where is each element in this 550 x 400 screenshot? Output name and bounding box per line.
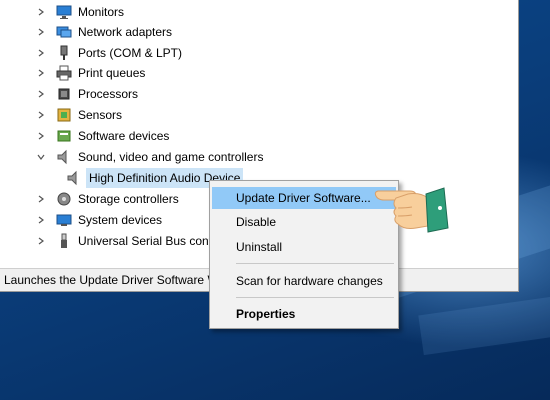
tree-item-sensors[interactable]: Sensors bbox=[34, 105, 122, 125]
tree-item-label: Processors bbox=[78, 87, 139, 101]
chevron-right-icon[interactable] bbox=[34, 84, 48, 104]
monitor-icon bbox=[56, 4, 72, 20]
menu-item-disable[interactable]: Disable bbox=[212, 211, 396, 233]
chevron-down-icon[interactable] bbox=[34, 147, 48, 167]
tree-item-label: Sensors bbox=[78, 108, 123, 122]
tree-item-sound-video-game-controllers[interactable]: Sound, video and game controllers bbox=[34, 147, 263, 167]
tree-item-processors[interactable]: Processors bbox=[34, 84, 138, 104]
chevron-right-icon[interactable] bbox=[34, 63, 48, 83]
tree-item-label: Print queues bbox=[78, 66, 146, 80]
processor-icon bbox=[56, 86, 72, 102]
speaker-icon bbox=[66, 170, 82, 186]
tree-item-label: Monitors bbox=[78, 5, 125, 19]
chevron-right-icon[interactable] bbox=[34, 22, 48, 42]
storage-controller-icon bbox=[56, 191, 72, 207]
tree-item-label: Storage controllers bbox=[78, 192, 179, 206]
tree-item-print-queues[interactable]: Print queues bbox=[34, 63, 145, 83]
light-beam bbox=[418, 284, 550, 356]
port-icon bbox=[56, 45, 72, 61]
menu-item-uninstall[interactable]: Uninstall bbox=[212, 236, 396, 258]
menu-separator bbox=[236, 297, 394, 298]
chevron-right-icon[interactable] bbox=[34, 231, 48, 251]
printer-icon bbox=[56, 65, 72, 81]
tree-item-label: System devices bbox=[78, 213, 163, 227]
chevron-right-icon[interactable] bbox=[34, 189, 48, 209]
chevron-right-icon[interactable] bbox=[34, 126, 48, 146]
chevron-right-icon[interactable] bbox=[34, 105, 48, 125]
menu-item-update-driver-software[interactable]: Update Driver Software... bbox=[212, 187, 396, 209]
tree-item-software-devices[interactable]: Software devices bbox=[34, 126, 169, 146]
tree-item-label: Network adapters bbox=[78, 25, 173, 39]
tree-item-label: Sound, video and game controllers bbox=[78, 150, 264, 164]
menu-item-scan-for-hardware-changes[interactable]: Scan for hardware changes bbox=[212, 270, 396, 292]
sensor-icon bbox=[56, 107, 72, 123]
chevron-right-icon[interactable] bbox=[34, 2, 48, 22]
tree-item-network-adapters[interactable]: Network adapters bbox=[34, 22, 172, 42]
chevron-right-icon[interactable] bbox=[34, 43, 48, 63]
chevron-right-icon[interactable] bbox=[34, 210, 48, 230]
menu-separator bbox=[236, 263, 394, 264]
speaker-icon bbox=[56, 149, 72, 165]
tree-item-storage-controllers[interactable]: Storage controllers bbox=[34, 189, 179, 209]
tree-item-monitors[interactable]: Monitors bbox=[34, 2, 124, 22]
tree-item-ports[interactable]: Ports (COM & LPT) bbox=[34, 43, 182, 63]
network-adapter-icon bbox=[56, 24, 72, 40]
system-device-icon bbox=[56, 212, 72, 228]
tree-item-system-devices[interactable]: System devices bbox=[34, 210, 162, 230]
tree-item-label: Software devices bbox=[78, 129, 170, 143]
usb-icon bbox=[56, 233, 72, 249]
pointing-hand-icon bbox=[370, 178, 450, 240]
menu-item-properties[interactable]: Properties bbox=[212, 303, 396, 325]
tree-item-label: Ports (COM & LPT) bbox=[78, 46, 183, 60]
software-device-icon bbox=[56, 128, 72, 144]
